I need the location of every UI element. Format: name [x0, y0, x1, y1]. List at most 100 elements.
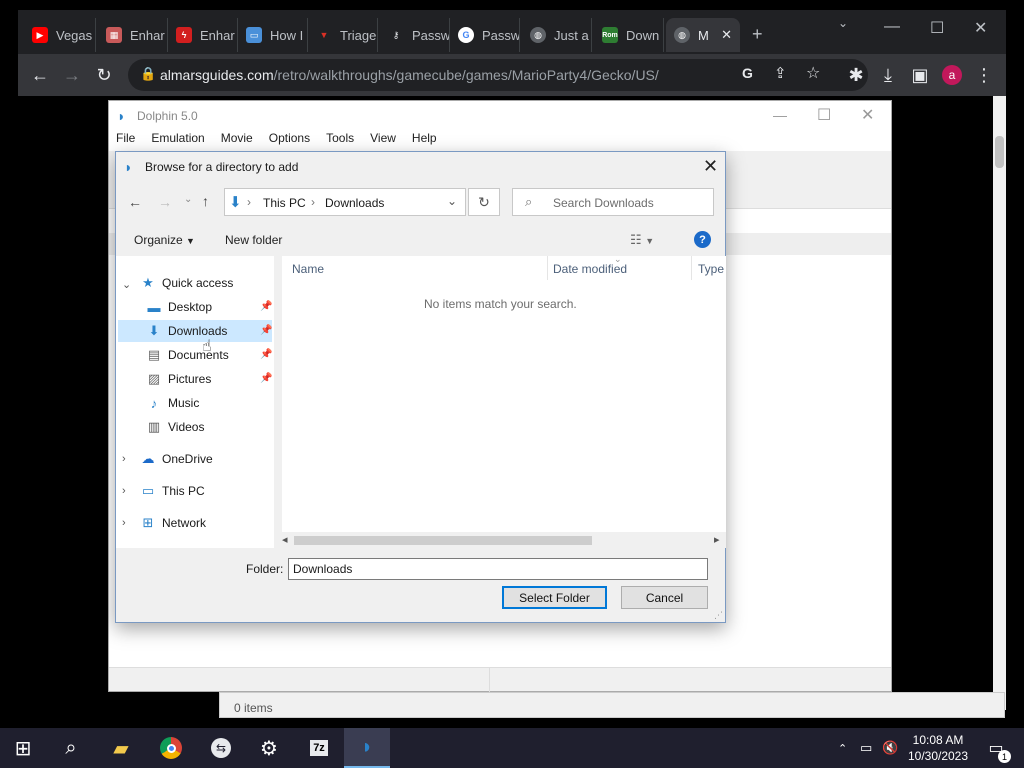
breadcrumb-downloads[interactable]: Downloads: [325, 196, 384, 210]
column-header-name[interactable]: Name: [292, 262, 324, 276]
show-hidden-icons[interactable]: ⌃: [838, 728, 847, 768]
cloud-icon: ☁: [141, 451, 155, 466]
tab-1[interactable]: ▶ Vegas: [24, 18, 96, 52]
new-folder-button[interactable]: New folder: [225, 233, 282, 247]
remote-app-button[interactable]: ⇆: [198, 728, 244, 768]
menu-icon[interactable]: ⋮: [972, 63, 996, 87]
minimize-icon[interactable]: —: [884, 18, 900, 36]
tab-2[interactable]: ▦ Enhar: [98, 18, 168, 52]
nav-quick-access[interactable]: ★ Quick access: [140, 272, 270, 294]
dolphin-title: Dolphin 5.0: [137, 109, 198, 123]
tab-5[interactable]: ▼ Triage: [308, 18, 378, 52]
menu-view[interactable]: View: [370, 131, 396, 151]
cancel-button[interactable]: Cancel: [621, 586, 708, 609]
maximize-icon[interactable]: ☐: [930, 18, 944, 38]
nav-this-pc[interactable]: ▭ This PC: [140, 480, 270, 502]
folder-name-input[interactable]: Downloads: [288, 558, 708, 580]
column-header-date-modified[interactable]: Date modified: [553, 262, 627, 276]
back-arrow-icon[interactable]: ←: [128, 194, 142, 210]
tab-search-icon[interactable]: ⌄: [838, 16, 848, 30]
search-input[interactable]: ⌕ Search Downloads: [512, 188, 714, 216]
volume-muted-icon[interactable]: 🔇: [882, 728, 898, 768]
network-icon[interactable]: ▭: [860, 728, 872, 768]
chrome-button[interactable]: [148, 728, 194, 768]
chevron-right-icon[interactable]: ›: [122, 517, 126, 529]
tab-3[interactable]: ϟ Enhar: [168, 18, 238, 52]
globe-icon: ◍: [674, 27, 690, 43]
tab-6[interactable]: ⚷ Passw: [380, 18, 450, 52]
column-header-type[interactable]: Type: [698, 262, 724, 276]
nav-pictures[interactable]: ▨ Pictures: [146, 368, 270, 390]
dolphin-button[interactable]: ◗: [344, 728, 390, 768]
settings-button[interactable]: ⚙: [246, 728, 292, 768]
downloads-icon[interactable]: ⤓: [876, 63, 900, 87]
nav-music[interactable]: ♪ Music: [146, 392, 270, 414]
site-icon: ▦: [106, 27, 122, 43]
chevron-down-icon[interactable]: ⌄: [122, 278, 131, 291]
tab-8[interactable]: ◍ Just a: [522, 18, 592, 52]
menu-emulation[interactable]: Emulation: [151, 131, 204, 151]
select-folder-button[interactable]: Select Folder: [502, 586, 607, 609]
nav-desktop[interactable]: ▬ Desktop: [146, 296, 270, 318]
dolphin-minimize-icon[interactable]: —: [773, 107, 787, 123]
extensions-icon[interactable]: ✱: [844, 63, 868, 87]
scrollbar-thumb[interactable]: [294, 536, 592, 545]
reload-icon[interactable]: ↻: [92, 63, 116, 87]
menu-help[interactable]: Help: [412, 131, 437, 151]
dialog-close-icon[interactable]: ✕: [703, 157, 718, 175]
back-icon[interactable]: ←: [28, 63, 52, 87]
chevron-right-icon[interactable]: ›: [122, 453, 126, 465]
forward-arrow-icon[interactable]: →: [158, 194, 172, 210]
up-arrow-icon[interactable]: ↑: [202, 193, 209, 209]
chevron-down-icon[interactable]: ⌄: [447, 194, 457, 208]
horizontal-scrollbar[interactable]: ◂ ▸: [282, 532, 726, 548]
close-window-icon[interactable]: ✕: [974, 18, 987, 38]
dolphin-maximize-icon[interactable]: ☐: [817, 105, 831, 125]
close-tab-icon[interactable]: ✕: [721, 27, 732, 43]
menu-movie[interactable]: Movie: [221, 131, 253, 151]
tab-4[interactable]: ▭ How I: [238, 18, 308, 52]
share-icon[interactable]: ⇪: [774, 64, 787, 82]
help-icon[interactable]: ?: [694, 231, 711, 248]
nav-network[interactable]: ⊞ Network: [140, 512, 270, 534]
forward-icon[interactable]: →: [60, 63, 84, 87]
dolphin-close-icon[interactable]: ✕: [861, 105, 874, 125]
breadcrumb-this-pc[interactable]: This PC: [263, 196, 306, 210]
resize-grip-icon[interactable]: ⋰: [714, 610, 723, 621]
scrollbar-thumb[interactable]: [995, 136, 1004, 168]
new-tab-button[interactable]: +: [752, 24, 763, 45]
scroll-left-icon[interactable]: ◂: [282, 533, 288, 546]
search-button[interactable]: ⌕: [48, 728, 94, 768]
nav-onedrive[interactable]: ☁ OneDrive: [140, 448, 270, 470]
google-lens-icon[interactable]: G: [742, 65, 753, 81]
tab-active[interactable]: ◍ M ✕: [666, 18, 740, 52]
chevron-right-icon[interactable]: ›: [122, 485, 126, 497]
refresh-button[interactable]: ↻: [468, 188, 500, 216]
side-panel-icon[interactable]: ▣: [908, 63, 932, 87]
tab-7[interactable]: G Passw: [450, 18, 520, 52]
menu-file[interactable]: File: [116, 131, 135, 151]
tab-9[interactable]: Rom Down: [594, 18, 664, 52]
menu-options[interactable]: Options: [269, 131, 310, 151]
7zip-button[interactable]: 7z: [296, 728, 342, 768]
file-explorer-button[interactable]: ▰: [98, 728, 144, 768]
page-scrollbar[interactable]: [993, 96, 1006, 710]
nav-downloads[interactable]: ⬇ Downloads: [118, 320, 272, 342]
profile-avatar[interactable]: a: [940, 63, 964, 87]
menu-tools[interactable]: Tools: [326, 131, 354, 151]
view-options-icon[interactable]: ☷ ▼: [630, 232, 654, 248]
taskbar: ⊞ ⌕ ▰ ⇆ ⚙ 7z ◗ ⌃ ▭ 🔇 10:08 AM 10/30/2023…: [0, 728, 1024, 768]
address-bar[interactable]: 🔒 almarsguides.com/retro/walkthroughs/ga…: [128, 59, 868, 91]
start-button[interactable]: ⊞: [0, 728, 46, 768]
nav-videos[interactable]: ▥ Videos: [146, 416, 270, 438]
pin-icon: 📌: [260, 373, 273, 384]
scroll-right-icon[interactable]: ▸: [714, 533, 720, 546]
clock[interactable]: 10:08 AM 10/30/2023: [906, 728, 970, 768]
organize-button[interactable]: Organize ▼: [134, 233, 195, 247]
recent-chevron-icon[interactable]: ⌄: [184, 194, 192, 205]
breadcrumb-bar[interactable]: ⬇ › This PC › Downloads ⌄: [224, 188, 466, 216]
notifications-button[interactable]: ▭ 1: [984, 728, 1011, 768]
dolphin-menubar: File Emulation Movie Options Tools View …: [109, 131, 891, 151]
search-icon: ⌕: [65, 736, 77, 759]
bookmark-star-icon[interactable]: ☆: [806, 63, 820, 83]
